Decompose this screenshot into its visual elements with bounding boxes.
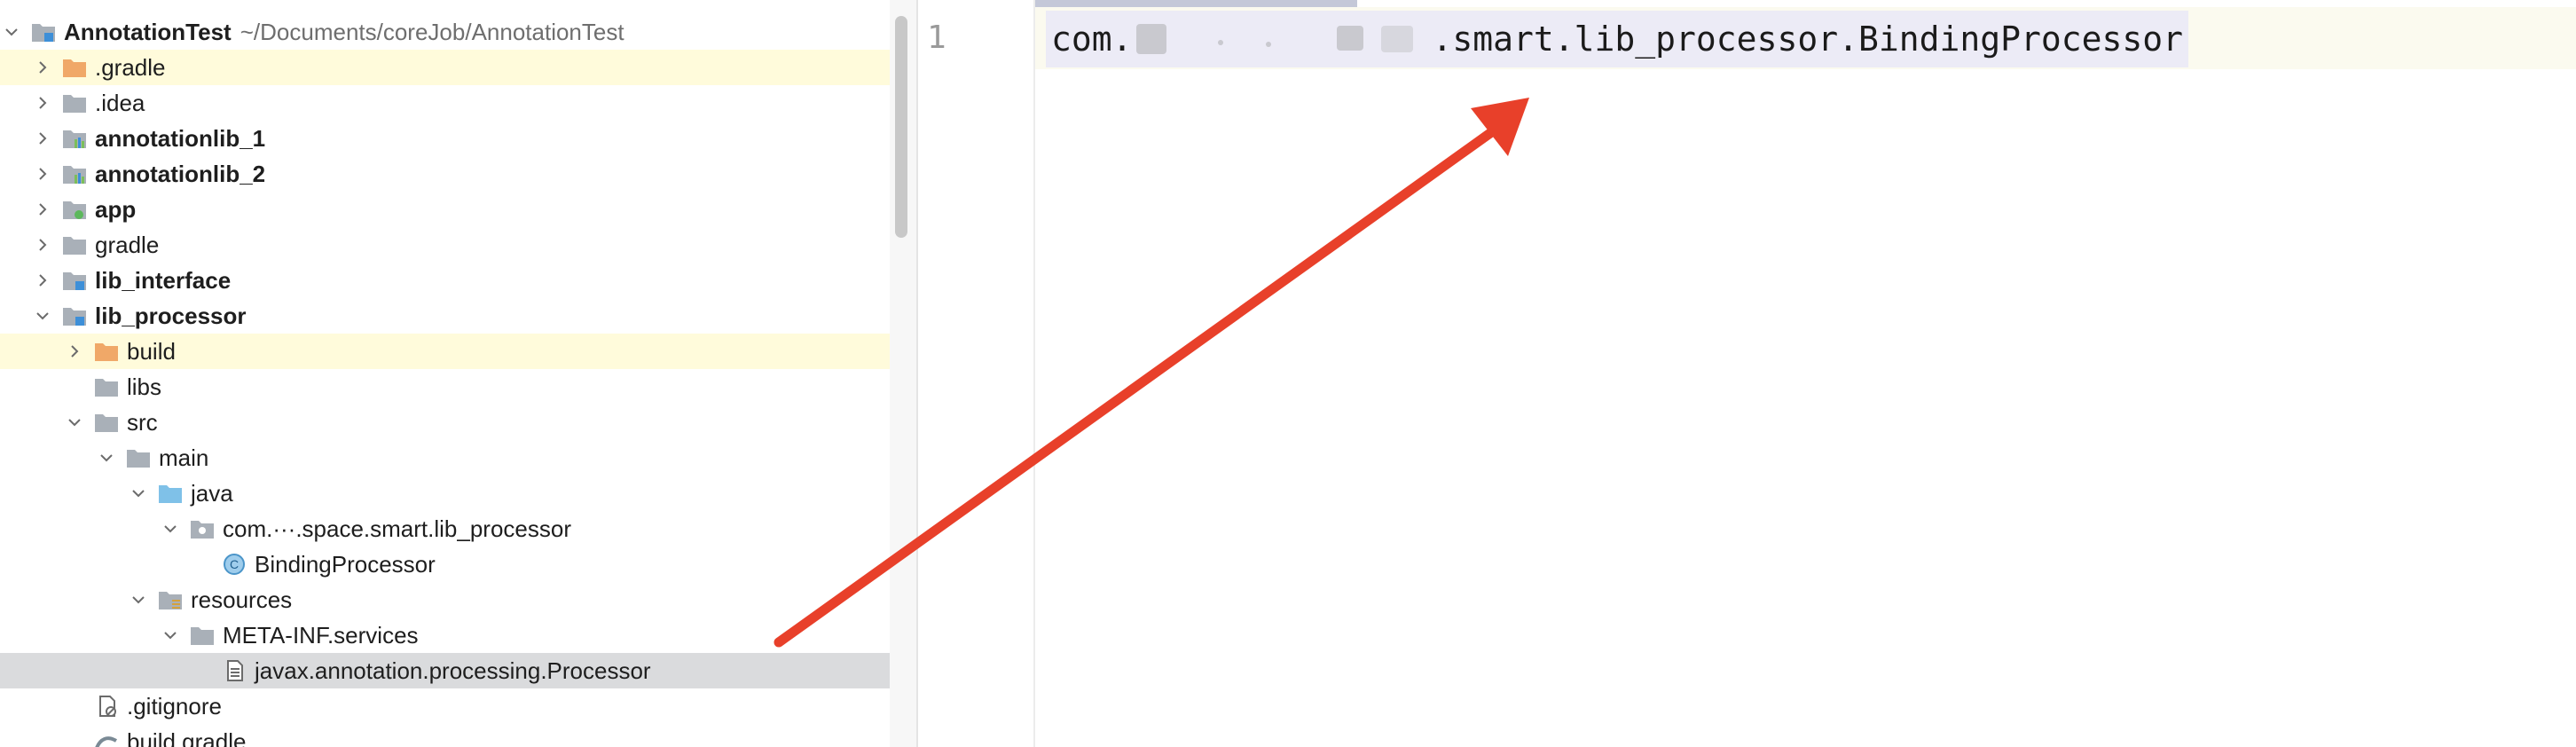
- folder-icon: [93, 375, 120, 398]
- code-line[interactable]: com. .smart.lib_processor.BindingProcess…: [1046, 11, 2188, 67]
- tree-item-label: java: [191, 479, 233, 507]
- tree-row-project-root[interactable]: AnnotationTest ~/Documents/coreJob/Annot…: [0, 14, 890, 50]
- library-module-icon: [61, 127, 88, 150]
- tree-item-label: libs: [127, 373, 162, 400]
- tree-item-label: gradle: [95, 231, 160, 258]
- chevron-right-icon[interactable]: [31, 198, 54, 221]
- tree-row-lib-processor[interactable]: lib_processor: [0, 298, 890, 334]
- folder-icon: [189, 624, 216, 647]
- resources-folder-icon: [157, 588, 184, 611]
- chevron-down-icon[interactable]: [159, 517, 182, 540]
- tree-row-annotationlib-1[interactable]: annotationlib_1: [0, 121, 890, 156]
- tree-row-libs[interactable]: libs: [0, 369, 890, 405]
- tree-item-label: build.gradle: [127, 727, 247, 747]
- svg-text:C: C: [230, 557, 239, 571]
- chevron-down-icon[interactable]: [127, 482, 150, 505]
- chevron-down-icon[interactable]: [127, 588, 150, 611]
- tree-row-lib-interface[interactable]: lib_interface: [0, 263, 890, 298]
- redacted-text: [1133, 22, 1433, 56]
- tree-row-processor-file[interactable]: javax.annotation.processing.Processor: [0, 653, 890, 688]
- chevron-right-icon[interactable]: [31, 269, 54, 292]
- code-text-prefix: com.: [1051, 20, 1133, 59]
- tree-row-build-gradle[interactable]: build.gradle: [0, 724, 890, 747]
- tree-row-annotationlib-2[interactable]: annotationlib_2: [0, 156, 890, 192]
- tree-item-label: .gitignore: [127, 692, 222, 719]
- folder-icon: [61, 91, 88, 114]
- tree-row-binding-processor[interactable]: C BindingProcessor: [0, 546, 890, 582]
- tree-item-label: META-INF.services: [223, 621, 419, 649]
- tree-item-label: lib_interface: [95, 266, 232, 294]
- chevron-down-icon[interactable]: [63, 411, 86, 434]
- folder-icon: [61, 233, 88, 256]
- tree-row-build-dir[interactable]: build: [0, 334, 890, 369]
- tree-item-label: annotationlib_1: [95, 124, 266, 152]
- tree-row-gradle[interactable]: gradle: [0, 227, 890, 263]
- tree-row-resources[interactable]: resources: [0, 582, 890, 617]
- chevron-right-icon[interactable]: [31, 162, 54, 185]
- gitignore-file-icon: [93, 695, 120, 718]
- source-folder-icon: [157, 482, 184, 505]
- module-folder-icon: [30, 20, 57, 43]
- tree-item-label: .gradle: [95, 53, 166, 81]
- tree-item-label: main: [159, 444, 209, 471]
- tree-item-label: .idea: [95, 89, 145, 116]
- chevron-down-icon[interactable]: [159, 624, 182, 647]
- chevron-down-icon[interactable]: [95, 446, 118, 469]
- chevron-down-icon[interactable]: [0, 20, 23, 43]
- tree-scrollbar-thumb[interactable]: [895, 16, 907, 238]
- tree-row-gitignore[interactable]: .gitignore: [0, 688, 890, 724]
- project-tree-panel: AnnotationTest ~/Documents/coreJob/Annot…: [0, 0, 890, 747]
- tree-item-label: app: [95, 195, 137, 223]
- tree-item-label: BindingProcessor: [255, 550, 436, 578]
- module-folder-icon: [61, 304, 88, 327]
- folder-icon: [61, 56, 88, 79]
- tree-item-label: resources: [191, 586, 293, 613]
- editor-gutter: 1: [918, 0, 1035, 747]
- tree-row-meta-inf-services[interactable]: META-INF.services: [0, 617, 890, 653]
- tree-item-label: build: [127, 337, 176, 365]
- code-editor[interactable]: 1 com. .smart.lib_processor.BindingProce…: [918, 0, 2576, 747]
- library-module-icon: [61, 162, 88, 185]
- tree-row-java[interactable]: java: [0, 476, 890, 511]
- chevron-right-icon[interactable]: [31, 56, 54, 79]
- line-number: 1: [927, 20, 946, 56]
- tree-row-gradle-dir[interactable]: .gradle: [0, 50, 890, 85]
- chevron-right-icon[interactable]: [31, 91, 54, 114]
- tree-item-label: com.···.space.smart.lib_processor: [223, 515, 571, 542]
- tree-row-package[interactable]: com.···.space.smart.lib_processor: [0, 511, 890, 546]
- tree-row-src[interactable]: src: [0, 405, 890, 440]
- chevron-right-icon[interactable]: [31, 233, 54, 256]
- chevron-right-icon[interactable]: [31, 127, 54, 150]
- project-path: ~/Documents/coreJob/AnnotationTest: [240, 18, 624, 45]
- package-icon: [189, 517, 216, 540]
- tree-item-label: annotationlib_2: [95, 160, 266, 187]
- folder-icon: [125, 446, 152, 469]
- tree-row-idea[interactable]: .idea: [0, 85, 890, 121]
- chevron-right-icon[interactable]: [63, 340, 86, 363]
- module-folder-icon: [61, 269, 88, 292]
- tree-row-main[interactable]: main: [0, 440, 890, 476]
- chevron-down-icon[interactable]: [31, 304, 54, 327]
- tree-row-app[interactable]: app: [0, 192, 890, 227]
- tree-item-label: javax.annotation.processing.Processor: [255, 657, 651, 684]
- tree-item-label: lib_processor: [95, 302, 247, 329]
- text-file-icon: [221, 659, 247, 682]
- folder-icon: [93, 411, 120, 434]
- gradle-file-icon: [93, 730, 120, 747]
- tree-item-label: AnnotationTest: [64, 18, 232, 45]
- tree-item-label: src: [127, 408, 158, 436]
- code-text-suffix: .smart.lib_processor.BindingProcessor: [1432, 20, 2183, 59]
- java-class-icon: C: [221, 553, 247, 576]
- folder-icon: [93, 340, 120, 363]
- app-module-icon: [61, 198, 88, 221]
